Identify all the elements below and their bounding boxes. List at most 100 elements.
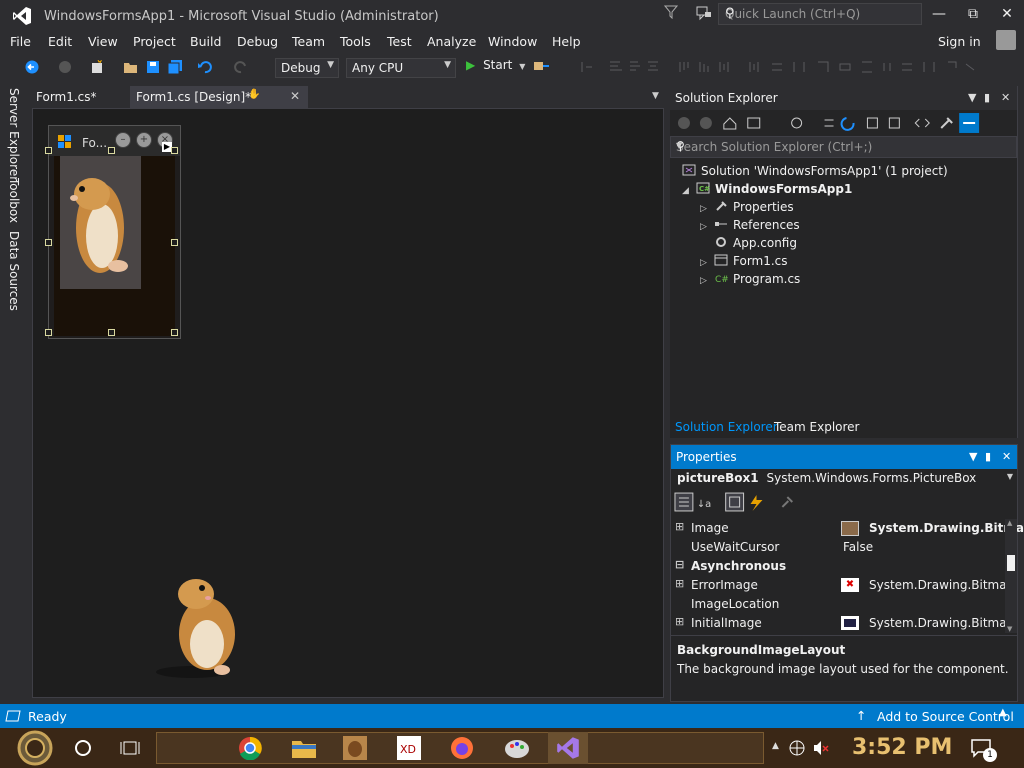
new-project-icon[interactable] — [90, 60, 104, 74]
menu-test[interactable]: Test — [387, 34, 412, 49]
open-file-icon[interactable] — [123, 60, 139, 74]
property-value[interactable]: System.Drawing.Bitmap — [869, 616, 1014, 630]
form-client-area[interactable]: ▶ — [54, 142, 175, 336]
quick-launch-input[interactable]: Quick Launch (Ctrl+Q) ⚲ — [718, 3, 922, 25]
browser-link-icon[interactable] — [533, 60, 551, 74]
tree-item-appconfig[interactable]: App.config — [714, 236, 797, 250]
redo-icon[interactable] — [233, 60, 249, 74]
start-debugging-button[interactable]: ▶ Start ▼ — [466, 58, 525, 72]
property-row-errorimage[interactable]: ⊞ ErrorImage ✖ System.Drawing.Bitmap — [671, 576, 1014, 595]
data-sources-tab[interactable]: Data Sources — [7, 231, 21, 311]
undo-icon[interactable] — [197, 60, 213, 74]
pin-icon[interactable]: ▮ — [984, 91, 990, 104]
menu-tools[interactable]: Tools — [340, 34, 371, 49]
filter-icon[interactable] — [664, 5, 678, 19]
form1-preview[interactable]: Fo... – + × ▶ — [45, 125, 181, 339]
solution-platform-dropdown[interactable]: Any CPU ▼ — [346, 58, 456, 78]
expand-icon[interactable]: ⊞ — [675, 615, 684, 628]
property-row-image[interactable]: ⊞ Image System.Drawing.Bitma — [671, 519, 1024, 538]
cortana-icon[interactable] — [74, 739, 92, 757]
resize-handle[interactable] — [171, 239, 178, 246]
pane-dropdown-icon[interactable]: ▼ — [969, 450, 977, 463]
menu-window[interactable]: Window — [488, 34, 537, 49]
tree-solution[interactable]: Solution 'WindowsFormsApp1' (1 project) — [682, 164, 948, 178]
start-orb-icon[interactable] — [10, 730, 60, 766]
account-icon[interactable] — [996, 30, 1016, 50]
expand-icon[interactable]: ▷ — [700, 204, 714, 214]
taskbar-clock[interactable]: 3:52 PM — [852, 735, 952, 760]
pin-icon[interactable]: ▮ — [985, 450, 991, 463]
tree-item-form1[interactable]: ▷ Form1.cs — [700, 254, 788, 268]
tray-overflow-icon[interactable]: ▲ — [772, 741, 779, 751]
picturebox1[interactable] — [60, 156, 141, 289]
chrome-icon[interactable] — [238, 736, 262, 760]
pane-dropdown-icon[interactable]: ▼ — [968, 91, 976, 104]
firefox-icon[interactable] — [449, 735, 475, 761]
menu-analyze[interactable]: Analyze — [427, 34, 476, 49]
resize-handle[interactable] — [45, 147, 52, 154]
tab-form1-code[interactable]: Form1.cs* — [30, 86, 103, 108]
network-icon[interactable] — [788, 739, 806, 757]
add-to-source-control-button[interactable]: Add to Source Control — [877, 709, 1014, 724]
solution-configuration-dropdown[interactable]: Debug ▼ — [275, 58, 339, 78]
volume-muted-icon[interactable] — [812, 739, 830, 757]
close-pane-icon[interactable]: ✕ — [1001, 91, 1010, 104]
xd-app-icon[interactable]: XD — [396, 735, 422, 761]
scroll-down-icon[interactable]: ▼ — [1007, 625, 1012, 633]
scroll-up-icon[interactable]: ▲ — [1007, 519, 1012, 527]
search-icon[interactable]: ⚲ — [725, 6, 917, 21]
navigate-forward-icon[interactable] — [58, 60, 72, 74]
image-viewer-icon[interactable] — [342, 735, 368, 761]
resize-handle[interactable] — [171, 329, 178, 336]
properties-scrollbar[interactable]: ▲ ▼ — [1005, 519, 1017, 633]
sign-in-link[interactable]: Sign in — [938, 34, 981, 49]
property-row-initialimage[interactable]: ⊞ InitialImage System.Drawing.Bitmap — [671, 614, 1014, 633]
chevron-down-icon[interactable]: ▼ — [676, 141, 1012, 150]
tree-project[interactable]: ◢ C# WindowsFormsApp1 — [682, 182, 852, 196]
object-selector[interactable]: pictureBox1 System.Windows.Forms.Picture… — [671, 469, 1017, 489]
property-row-imagelocation[interactable]: ImageLocation — [671, 595, 1001, 614]
menu-team[interactable]: Team — [292, 34, 325, 49]
property-value[interactable]: System.Drawing.Bitma — [869, 521, 1024, 535]
menu-file[interactable]: File — [10, 34, 31, 49]
visual-studio-taskbar-icon[interactable] — [556, 736, 580, 760]
close-button[interactable]: ✕ — [990, 0, 1024, 28]
close-pane-icon[interactable]: ✕ — [1002, 450, 1011, 463]
tree-item-references[interactable]: ▷ References — [700, 218, 800, 232]
collapse-icon[interactable]: ⊟ — [675, 558, 684, 571]
toolbox-tab[interactable]: Toolbox — [7, 178, 21, 223]
collapse-icon[interactable]: ◢ — [682, 186, 696, 196]
tree-item-program[interactable]: ▷ C# Program.cs — [700, 272, 800, 286]
file-explorer-icon[interactable] — [291, 737, 317, 759]
resize-handle[interactable] — [108, 147, 115, 154]
restore-button[interactable]: ⧉ — [956, 0, 990, 28]
tab-solution-explorer[interactable]: Solution Explorer — [670, 418, 784, 438]
scrollbar-thumb[interactable] — [1007, 555, 1015, 571]
paint-app-icon[interactable] — [503, 735, 531, 761]
property-value[interactable]: False — [843, 540, 873, 554]
tree-item-properties[interactable]: ▷ Properties — [700, 200, 794, 214]
property-category-asynchronous[interactable]: ⊟ Asynchronous — [671, 557, 1001, 576]
expand-icon[interactable]: ⊞ — [675, 520, 684, 533]
close-tab-icon[interactable]: ✕ — [290, 89, 300, 103]
menu-edit[interactable]: Edit — [48, 34, 72, 49]
tab-form1-design[interactable]: Form1.cs [Design]* ✋ ✕ — [130, 86, 308, 108]
property-row-usewaitcursor[interactable]: UseWaitCursor False — [671, 538, 1001, 557]
save-all-icon[interactable] — [167, 60, 183, 74]
tab-team-explorer[interactable]: Team Explorer — [774, 420, 860, 434]
resize-handle[interactable] — [45, 239, 52, 246]
resize-handle[interactable] — [171, 147, 178, 154]
expand-icon[interactable]: ⊞ — [675, 577, 684, 590]
minimize-button[interactable]: — — [922, 0, 956, 28]
expand-icon[interactable]: ▷ — [700, 222, 714, 232]
navigate-back-icon[interactable] — [24, 60, 40, 74]
pin-icon[interactable]: ✋ — [248, 89, 260, 100]
menu-build[interactable]: Build — [190, 34, 221, 49]
resize-handle[interactable] — [45, 329, 52, 336]
expand-icon[interactable]: ▷ — [700, 276, 714, 286]
tab-overflow-icon[interactable]: ▼ — [652, 91, 659, 101]
solution-search-input[interactable]: Search Solution Explorer (Ctrl+;) ⚲ ▼ — [670, 136, 1017, 158]
feedback-icon[interactable] — [696, 5, 712, 21]
expand-icon[interactable]: ▷ — [700, 258, 714, 268]
server-explorer-tab[interactable]: Server Explorer — [7, 88, 21, 181]
